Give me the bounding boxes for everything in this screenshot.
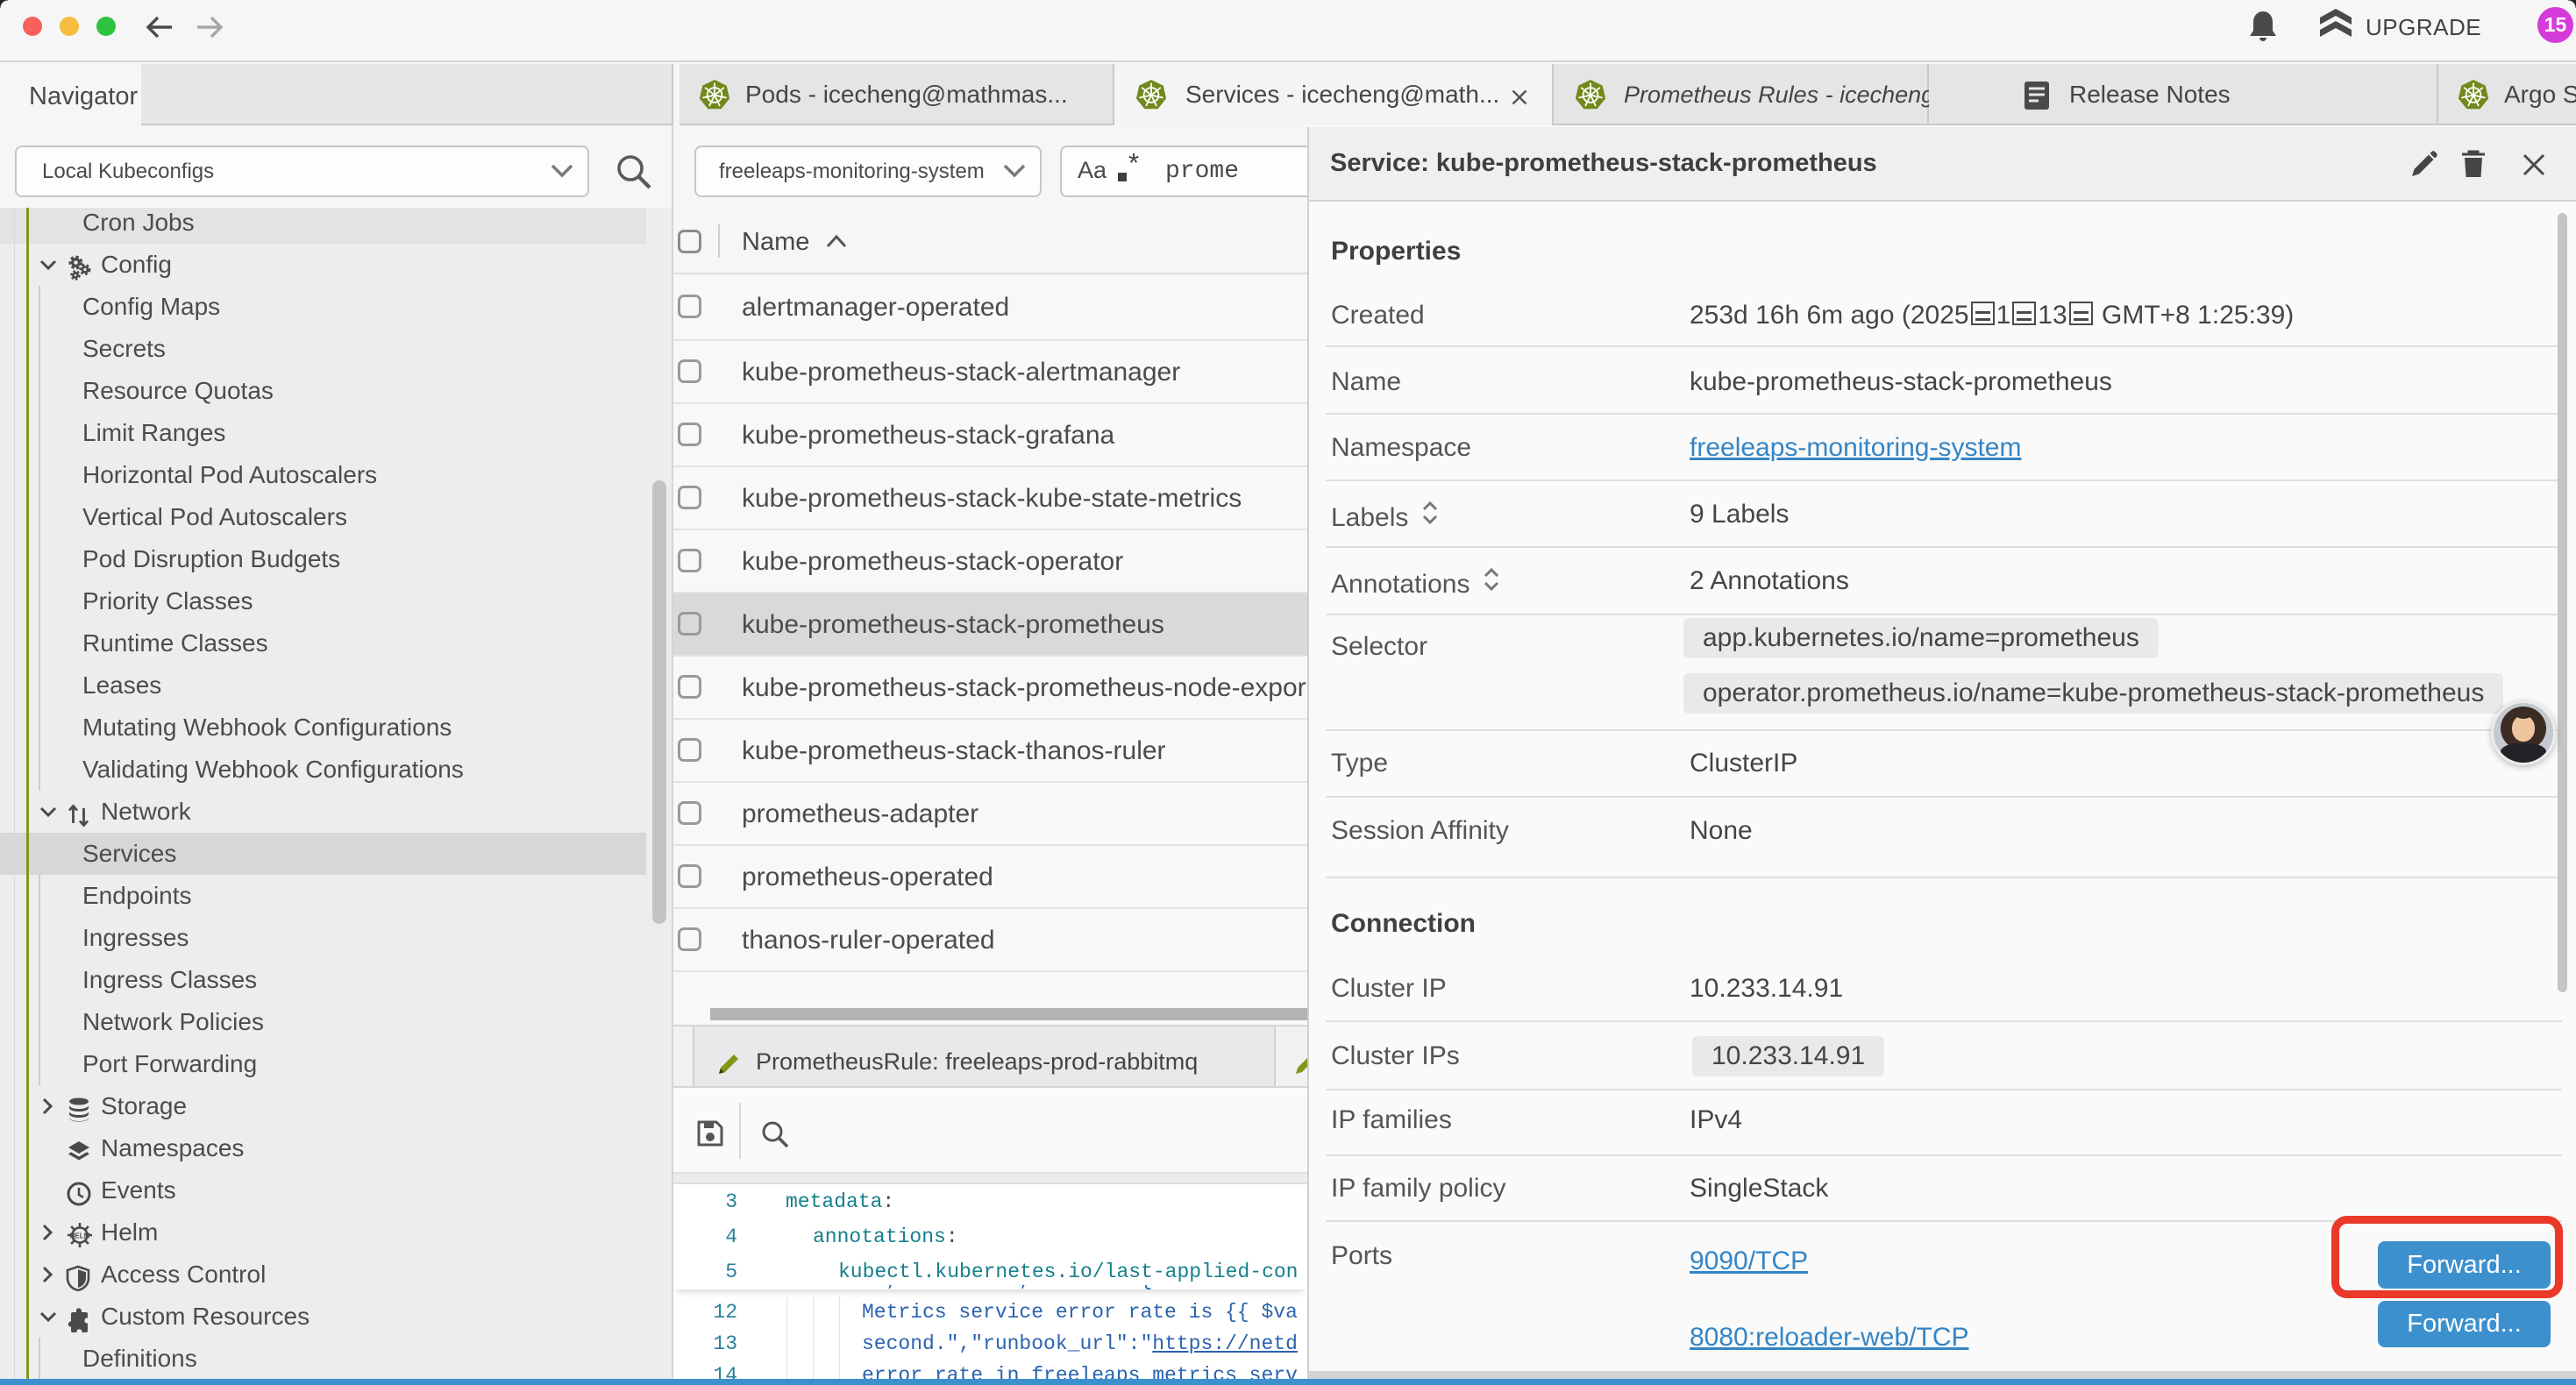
svg-text:HELM: HELM bbox=[70, 1232, 90, 1239]
